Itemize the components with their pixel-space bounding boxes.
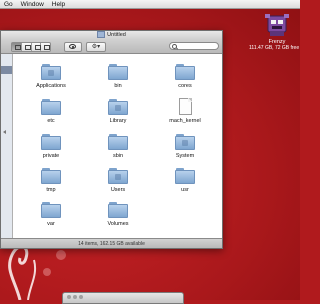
folder-icon: [108, 64, 128, 80]
file-label: sbin: [112, 153, 124, 159]
sidebar: [1, 54, 13, 238]
file-item-usr[interactable]: usr: [160, 168, 210, 193]
file-item-tmp[interactable]: tmp: [26, 168, 76, 193]
file-label: var: [47, 221, 55, 227]
file-label: tmp: [46, 187, 56, 193]
sidebar-collapse-arrow-icon[interactable]: [3, 130, 6, 134]
window-toolbar: ⚙▾: [1, 40, 222, 54]
menu-bar: Go Window Help: [0, 0, 300, 9]
file-item-mach-kernel[interactable]: mach_kernel: [160, 98, 210, 124]
close-icon[interactable]: [67, 295, 71, 299]
file-label: cores: [178, 83, 192, 89]
window-titlebar[interactable]: Untitled: [1, 31, 222, 40]
file-label: bin: [114, 83, 122, 89]
file-item-var[interactable]: var: [26, 202, 76, 227]
folder-alias-icon: [41, 202, 61, 218]
icon-view-icon: [15, 45, 21, 50]
list-view-icon: [24, 45, 31, 50]
file-label: Applications: [36, 83, 66, 89]
quicklook-button[interactable]: [64, 42, 82, 52]
menu-window[interactable]: Window: [21, 0, 44, 8]
menu-help[interactable]: Help: [52, 0, 65, 8]
window-title: Untitled: [107, 32, 126, 38]
zoom-icon[interactable]: [79, 295, 83, 299]
window-status-bar: 14 items, 162.15 GB available: [1, 238, 222, 248]
folder-system-icon: [175, 134, 195, 150]
coverflow-view-icon: [44, 45, 51, 50]
file-item-applications[interactable]: Applications: [26, 64, 76, 89]
search-icon: [172, 44, 177, 49]
search-field[interactable]: [169, 42, 219, 50]
folder-icon: [108, 99, 128, 115]
file-label: Volumes: [107, 221, 129, 227]
desktop-drive[interactable]: Frenzy 111.47 GB, 72 GB free: [249, 13, 299, 51]
file-label: Users: [110, 187, 126, 193]
folder-title-icon: [97, 31, 106, 39]
eye-icon: [69, 44, 76, 49]
window-controls: [67, 295, 83, 299]
coverflow-view-button[interactable]: [41, 43, 51, 51]
view-mode-buttons: [11, 42, 51, 52]
file-item-etc[interactable]: etc: [26, 99, 76, 124]
folder-icon: [175, 168, 195, 184]
drive-free-space: 111.47 GB, 72 GB free: [249, 45, 300, 51]
icon-view-button[interactable]: [12, 43, 22, 51]
file-item-private[interactable]: private: [26, 134, 76, 159]
file-label: usr: [181, 187, 189, 193]
file-item-bin[interactable]: bin: [93, 64, 143, 89]
action-menu-button[interactable]: ⚙▾: [86, 42, 106, 52]
file-label: private: [42, 153, 60, 159]
file-item-users[interactable]: Users: [93, 168, 143, 193]
folder-alias-icon: [41, 168, 61, 184]
folder-icon: [108, 134, 128, 150]
folder-icon: [41, 134, 61, 150]
file-label: mach_kernel: [169, 118, 201, 124]
sidebar-selected-item[interactable]: [1, 66, 12, 74]
minimize-icon[interactable]: [73, 295, 77, 299]
file-label: Library: [109, 118, 127, 124]
file-item-cores[interactable]: cores: [160, 64, 210, 89]
file-item-sbin[interactable]: sbin: [93, 134, 143, 159]
folder-users-icon: [108, 168, 128, 184]
column-view-icon: [34, 45, 41, 50]
folder-icon: [108, 202, 128, 218]
list-view-button[interactable]: [22, 43, 32, 51]
folder-alias-icon: [41, 99, 61, 115]
finder-window: Untitled ⚙▾ Applications bin cores etc L…: [0, 30, 223, 249]
file-label: etc: [47, 118, 55, 124]
file-label: System: [175, 153, 195, 159]
gear-icon: ⚙▾: [91, 44, 101, 50]
folder-icon: [175, 64, 195, 80]
file-item-volumes[interactable]: Volumes: [93, 202, 143, 227]
wallpaper-bubble: [43, 268, 51, 276]
background-window[interactable]: [62, 292, 184, 304]
file-item-system[interactable]: System: [160, 134, 210, 159]
drive-robot-icon: [265, 14, 289, 36]
column-view-button[interactable]: [32, 43, 42, 51]
file-item-library[interactable]: Library: [93, 99, 143, 124]
document-icon: [178, 98, 192, 115]
folder-icon: [41, 64, 61, 80]
status-text: 14 items, 162.15 GB available: [78, 241, 145, 247]
file-icon-grid: Applications bin cores etc Library mach_…: [13, 54, 222, 238]
wallpaper-bubble: [56, 250, 66, 260]
menu-go[interactable]: Go: [4, 0, 13, 8]
